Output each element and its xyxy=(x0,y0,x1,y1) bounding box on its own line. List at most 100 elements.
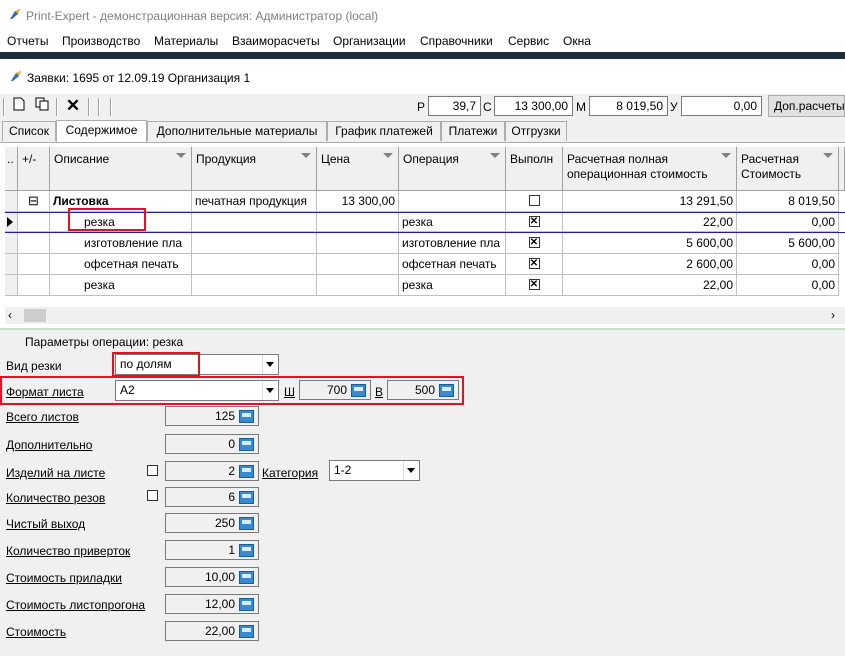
header-product[interactable]: Продукция xyxy=(192,147,317,191)
scrollbar-thumb[interactable] xyxy=(24,309,46,322)
filter-dropdown-icon[interactable] xyxy=(490,153,500,158)
field-label: Количество приверток xyxy=(6,544,131,558)
field-label: Количество резов xyxy=(6,491,106,505)
field-value: 12,00 xyxy=(204,597,235,611)
header-description[interactable]: Описание xyxy=(50,147,192,191)
menu-materials[interactable]: Материалы xyxy=(154,34,218,48)
field-value: 250 xyxy=(214,516,235,530)
calculator-icon[interactable] xyxy=(239,571,254,584)
calculator-icon[interactable] xyxy=(239,438,254,451)
header-label: Расчетная Стоимость xyxy=(741,152,802,181)
row-product xyxy=(192,233,317,254)
header-label: Расчетная полная операционная стоимость xyxy=(567,152,708,181)
tab-payments[interactable]: Платежи xyxy=(441,121,505,141)
row-expand xyxy=(18,275,50,296)
horizontal-scrollbar[interactable]: ‹ › xyxy=(5,307,845,324)
tab-content[interactable]: Содержимое xyxy=(56,120,147,142)
group-operation xyxy=(399,191,506,212)
header-expand[interactable]: +/- xyxy=(18,147,50,191)
header-operation[interactable]: Операция xyxy=(399,147,506,191)
checkbox-checked-icon[interactable]: ✕ xyxy=(528,216,540,228)
highlight-frame xyxy=(68,208,146,231)
menu-windows[interactable]: Окна xyxy=(563,34,591,48)
toolbar-separator xyxy=(98,98,100,116)
sheet-run-cost-field[interactable]: 12,00 xyxy=(165,594,259,614)
checkbox-checked-icon[interactable]: ✕ xyxy=(528,258,540,270)
row-done[interactable]: ✕ xyxy=(506,275,563,296)
total-sheets-field[interactable]: 125 xyxy=(165,406,259,426)
row-done[interactable]: ✕ xyxy=(506,254,563,275)
setup-cost-field[interactable]: 10,00 xyxy=(165,567,259,587)
p-value-field[interactable]: 39,7 xyxy=(428,96,481,116)
calculator-icon[interactable] xyxy=(239,625,254,638)
u-value-field[interactable]: 0,00 xyxy=(681,96,762,116)
menu-references[interactable]: Справочники xyxy=(420,34,493,48)
row-price xyxy=(317,213,399,232)
table-row[interactable]: офсетная печать офсетная печать ✕ 2 600,… xyxy=(5,254,845,275)
calculator-icon[interactable] xyxy=(239,410,254,423)
calculator-icon[interactable] xyxy=(239,544,254,557)
group-done[interactable] xyxy=(506,191,563,212)
row-cost: 5 600,00 xyxy=(737,233,839,254)
header-full-cost[interactable]: Расчетная полная операционная стоимость xyxy=(563,147,737,191)
menu-settlements[interactable]: Взаиморасчеты xyxy=(232,34,320,48)
collapse-icon[interactable]: ⊟ xyxy=(18,191,50,212)
cost-field[interactable]: 22,00 xyxy=(165,621,259,641)
category-select[interactable]: 1-2 xyxy=(329,460,420,481)
scroll-left-icon[interactable]: ‹ xyxy=(8,308,12,322)
additional-field[interactable]: 0 xyxy=(165,434,259,454)
calculator-icon[interactable] xyxy=(239,517,254,530)
filter-dropdown-icon[interactable] xyxy=(383,153,393,158)
extra-calc-button[interactable]: Доп.расчеты xyxy=(768,95,845,117)
chevron-down-icon[interactable] xyxy=(403,461,419,480)
field-label: Дополнительно xyxy=(6,438,93,452)
chevron-down-icon[interactable] xyxy=(262,355,278,374)
row-description: резка xyxy=(50,275,192,296)
header-price[interactable]: Цена xyxy=(317,147,399,191)
group-product: печатная продукция xyxy=(192,191,317,212)
items-per-sheet-checkbox[interactable] xyxy=(147,465,158,476)
filter-dropdown-icon[interactable] xyxy=(721,153,731,158)
menu-organizations[interactable]: Организации xyxy=(333,34,406,48)
delete-icon[interactable]: ✕ xyxy=(64,97,82,115)
tab-shipments[interactable]: Отгрузки xyxy=(505,121,567,141)
row-indicator xyxy=(5,233,18,254)
filter-dropdown-icon[interactable] xyxy=(823,153,833,158)
m-label: М xyxy=(576,100,586,114)
tab-payment-schedule[interactable]: График платежей xyxy=(327,121,441,141)
cuts-count-checkbox[interactable] xyxy=(147,490,158,501)
c-value-field[interactable]: 13 300,00 xyxy=(494,96,573,116)
table-row[interactable]: изготовление пла изготовление пла ✕ 5 60… xyxy=(5,233,845,254)
tab-list[interactable]: Список xyxy=(2,121,56,141)
checkbox-checked-icon[interactable]: ✕ xyxy=(528,237,540,249)
row-done[interactable]: ✕ xyxy=(506,213,563,232)
row-done[interactable]: ✕ xyxy=(506,233,563,254)
new-document-icon[interactable] xyxy=(10,97,28,115)
net-output-field[interactable]: 250 xyxy=(165,513,259,533)
filter-dropdown-icon[interactable] xyxy=(301,153,311,158)
scroll-right-icon[interactable]: › xyxy=(831,308,835,322)
header-done[interactable]: Выполн xyxy=(506,147,563,191)
checkbox-unchecked-icon[interactable] xyxy=(528,195,540,207)
menu-production[interactable]: Производство xyxy=(62,34,140,48)
header-cost[interactable]: Расчетная Стоимость xyxy=(737,147,839,191)
calculator-icon[interactable] xyxy=(239,491,254,504)
menu-reports[interactable]: Отчеты xyxy=(7,34,48,48)
group-price: 13 300,00 xyxy=(317,191,399,212)
copy-icon[interactable] xyxy=(33,97,51,115)
table-row[interactable]: резка резка ✕ 22,00 0,00 xyxy=(5,275,845,296)
turnovers-field[interactable]: 1 xyxy=(165,540,259,560)
menu-bar: Отчеты Производство Материалы Взаиморасч… xyxy=(0,30,845,52)
items-per-sheet-field[interactable]: 2 xyxy=(165,461,259,481)
cuts-count-field[interactable]: 6 xyxy=(165,487,259,507)
cut-type-label: Вид резки xyxy=(6,359,62,373)
calculator-icon[interactable] xyxy=(239,598,254,611)
tab-extra-materials[interactable]: Дополнительные материалы xyxy=(147,121,327,141)
checkbox-checked-icon[interactable]: ✕ xyxy=(528,279,540,291)
filter-dropdown-icon[interactable] xyxy=(176,153,186,158)
menu-service[interactable]: Сервис xyxy=(508,34,549,48)
header-label: Продукция xyxy=(196,152,257,166)
calculator-icon[interactable] xyxy=(239,465,254,478)
toolbar-separator xyxy=(56,98,58,116)
m-value-field[interactable]: 8 019,50 xyxy=(589,96,668,116)
